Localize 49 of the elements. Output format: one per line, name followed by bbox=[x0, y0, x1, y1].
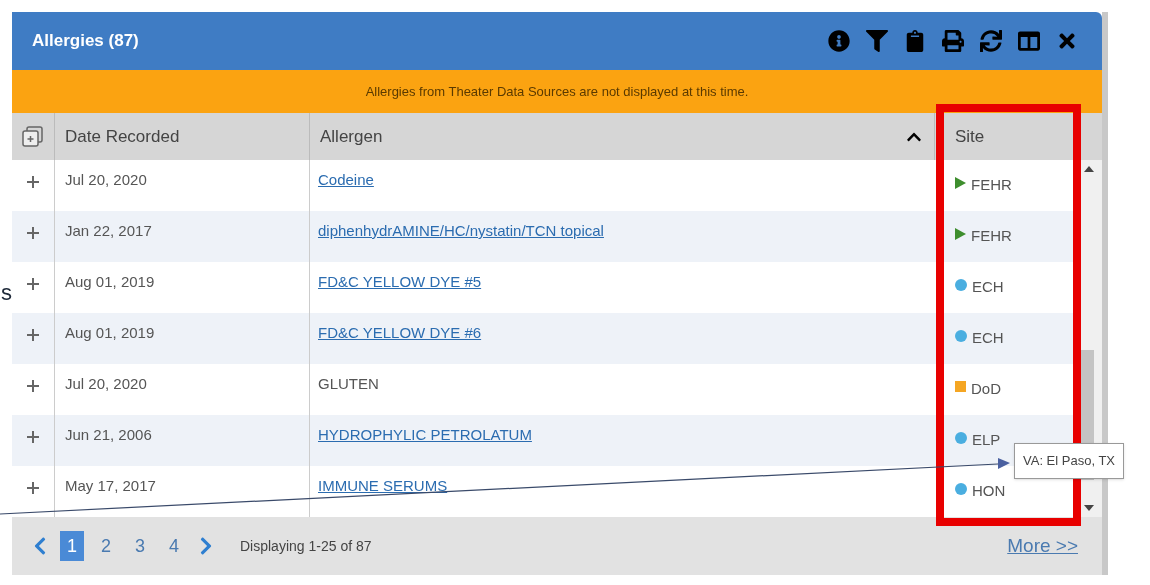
page-button[interactable]: 1 bbox=[60, 531, 84, 561]
allergen-link[interactable]: FD&C YELLOW DYE #5 bbox=[318, 273, 482, 290]
page-button[interactable]: 3 bbox=[128, 531, 152, 561]
site-label: FEHR bbox=[971, 226, 1012, 246]
clipboard-icon[interactable] bbox=[904, 30, 926, 52]
allergen-link[interactable]: IMMUNE SERUMS bbox=[318, 477, 448, 494]
column-header[interactable]: Allergen bbox=[320, 123, 383, 150]
expand-all-icon[interactable] bbox=[22, 125, 44, 148]
site-label: ELP bbox=[972, 430, 1001, 450]
page-button[interactable]: 2 bbox=[94, 531, 118, 561]
table-cell: GLUTEN bbox=[318, 375, 379, 392]
page-button[interactable]: 4 bbox=[162, 531, 186, 561]
table-cell: Jul 20, 2020 bbox=[65, 375, 147, 392]
table-cell: Jan 22, 2017 bbox=[65, 222, 152, 239]
tooltip: VA: El Paso, TX bbox=[1014, 443, 1124, 479]
plus-icon[interactable] bbox=[27, 176, 39, 188]
site-label: ECH bbox=[972, 328, 1004, 348]
table-cell: Aug 01, 2019 bbox=[65, 324, 155, 341]
scroll-up-icon[interactable] bbox=[1083, 166, 1094, 172]
allergen-link[interactable]: Codeine bbox=[318, 171, 374, 188]
print-icon[interactable] bbox=[942, 30, 964, 52]
scroll-down-icon[interactable] bbox=[1083, 505, 1094, 511]
warning-banner: Allergies from Theater Data Sources are not displayed at this time. bbox=[12, 70, 1102, 113]
plus-icon[interactable] bbox=[27, 482, 39, 494]
table-cell: Jul 20, 2020 bbox=[65, 171, 147, 188]
plus-icon[interactable] bbox=[27, 431, 39, 443]
more-link[interactable]: More >> bbox=[1007, 531, 1078, 561]
plus-icon[interactable] bbox=[27, 380, 39, 392]
allergen-link[interactable]: HYDROPHYLIC PETROLATUM bbox=[318, 426, 532, 443]
filter-icon[interactable] bbox=[866, 30, 888, 52]
plus-icon[interactable] bbox=[27, 227, 39, 239]
table-cell: Jun 21, 2006 bbox=[65, 426, 152, 443]
site-label: ECH bbox=[972, 277, 1004, 297]
panel-title: Allergies (87) bbox=[32, 30, 139, 53]
column-header[interactable]: Site bbox=[935, 113, 1075, 160]
annotation-text: s bbox=[1, 279, 12, 307]
plus-icon[interactable] bbox=[27, 329, 39, 341]
allergen-link[interactable]: FD&C YELLOW DYE #6 bbox=[318, 324, 482, 341]
columns-icon[interactable] bbox=[1018, 30, 1040, 52]
allergen-link[interactable]: diphenhydrAMINE/HC/nystatin/TCN topical bbox=[318, 222, 604, 239]
info-icon[interactable] bbox=[828, 30, 850, 52]
table-cell: May 17, 2017 bbox=[65, 477, 156, 494]
site-label: FEHR bbox=[971, 175, 1012, 195]
site-label: DoD bbox=[971, 379, 1001, 399]
plus-icon[interactable] bbox=[27, 278, 39, 290]
page-summary: Displaying 1-25 of 87 bbox=[240, 536, 372, 556]
site-label: HON bbox=[972, 481, 1006, 501]
refresh-icon[interactable] bbox=[980, 30, 1002, 52]
table-cell: Aug 01, 2019 bbox=[65, 273, 155, 290]
